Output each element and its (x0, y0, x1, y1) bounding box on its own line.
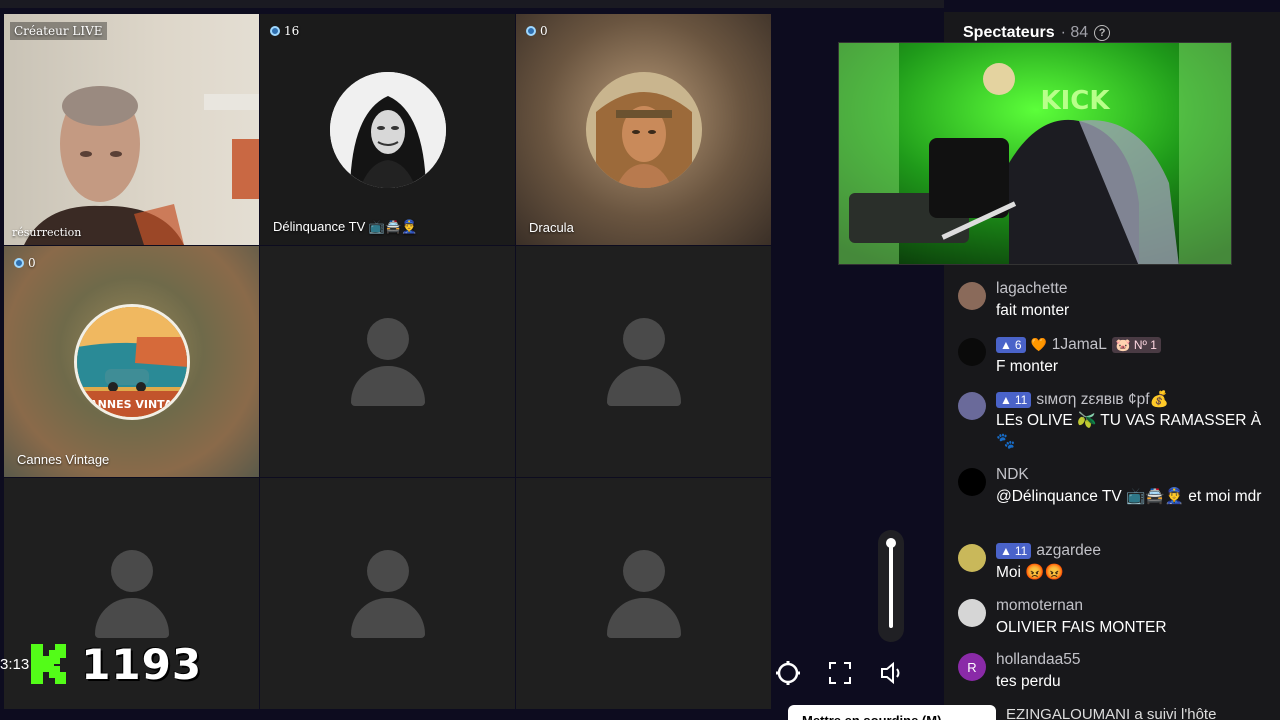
empty-user-icon (350, 318, 425, 408)
subscriber-badge: ▲ 11 (996, 391, 1032, 408)
avatar[interactable] (958, 544, 986, 572)
empty-seat-tile[interactable] (516, 478, 771, 709)
fullscreen-button[interactable] (824, 657, 856, 689)
preview-video: KICK (839, 43, 1231, 264)
chat-username[interactable]: ▲ 11 ѕιмση zεявιв ¢pf💰 (996, 390, 1169, 409)
mute-tooltip: Mettre en sourdine (M) (788, 705, 996, 720)
rank-badge: 🐷 Nº 1 (1111, 337, 1161, 353)
stream-screen: Créateur LIVE résurrection 16 Délinquanc… (0, 0, 1280, 720)
chat-text: @Délinquance TV 📺🚔👮‍♂️ et moi mdr (996, 488, 1262, 505)
help-icon[interactable]: ? (1094, 25, 1111, 41)
participant-tile-cannes-vintage[interactable]: 0 CANNES VINTAGE Cannes Vintage (4, 246, 259, 477)
kick-sign-text: KICK (1040, 86, 1110, 116)
empty-seat-tile[interactable] (260, 478, 515, 709)
chat-text: F monter (996, 358, 1059, 375)
kick-counter-value: 1193 (81, 639, 203, 689)
creator-live-badge: Créateur LIVE (10, 22, 107, 40)
chat-username[interactable]: ▲ 6 🧡 1JamaL 🐷 Nº 1 (996, 336, 1161, 354)
fullscreen-icon (829, 662, 851, 684)
participant-name: Délinquance TV 📺🚔👮‍♂️ (273, 219, 418, 234)
username-text: NDK (996, 466, 1029, 483)
creator-badge-label: Créateur LIVE (14, 24, 103, 38)
username-text: azgardee (1036, 542, 1101, 559)
volume-knob[interactable] (886, 538, 896, 548)
participant-tile-delinquance[interactable]: 16 Délinquance TV 📺🚔👮‍♂️ (260, 14, 515, 245)
warrior-portrait-image (585, 72, 702, 188)
viewer-badge: 0 (14, 256, 36, 270)
username-text: ѕιмση zεявιв ¢pf💰 (1036, 391, 1169, 408)
svg-text:CANNES VINTAGE: CANNES VINTAGE (81, 398, 189, 411)
avatar[interactable]: R (958, 653, 986, 681)
chat-username[interactable]: lagachette (996, 280, 1068, 298)
empty-user-icon (350, 550, 425, 640)
avatar: CANNES VINTAGE (73, 304, 190, 420)
badge-dot-icon (270, 26, 280, 36)
speaker-icon (881, 661, 900, 685)
avatar[interactable] (958, 599, 986, 627)
cannes-vintage-logo: CANNES VINTAGE (76, 307, 189, 417)
creator-video (4, 14, 259, 245)
avatar[interactable] (958, 282, 986, 310)
settings-button[interactable] (772, 657, 804, 689)
volume-slider[interactable] (878, 530, 904, 642)
gear-icon (776, 661, 800, 685)
avatar (585, 72, 702, 188)
chat-text: fait monter (996, 302, 1070, 319)
chat-text: tes perdu (996, 673, 1061, 690)
player-controls (772, 520, 932, 710)
empty-user-icon (606, 318, 681, 408)
video-grid: Créateur LIVE résurrection 16 Délinquanc… (4, 14, 771, 709)
subscriber-badge: ▲ 6 (996, 337, 1026, 353)
volume-track (889, 544, 893, 628)
viewer-count: · 84 (1060, 24, 1089, 41)
username-text: 1JamaL (1051, 336, 1107, 353)
badge-count: 0 (540, 24, 548, 38)
chat-text: LEs OLIVE 🫒 TU VAS RAMASSER À 🐾 (996, 412, 1262, 450)
badge-count: 0 (28, 256, 36, 270)
empty-seat-tile[interactable] (260, 246, 515, 477)
username-text: momoternan (996, 597, 1084, 614)
participant-name: résurrection (12, 226, 82, 239)
badge-dot-icon (14, 258, 24, 268)
chat-username[interactable]: ▲ 11 azgardee (996, 542, 1101, 560)
badge-count: 16 (284, 24, 300, 38)
viewer-badge: 0 (526, 24, 548, 38)
follow-notification: EZINGALOUMANI a suivi l'hôte (1006, 706, 1217, 720)
participant-name: Cannes Vintage (17, 452, 110, 467)
chat-username[interactable]: hollandaa55 (996, 651, 1080, 669)
kick-logo-icon (31, 644, 67, 684)
empty-user-icon (94, 550, 169, 640)
avatar[interactable] (958, 392, 986, 420)
kick-viewer-counter: 3:13 1193 (0, 636, 202, 692)
empty-user-icon (606, 550, 681, 640)
chat-username[interactable]: NDK (996, 466, 1029, 484)
badge-dot-icon (526, 26, 536, 36)
participant-name: Dracula (529, 220, 574, 235)
username-text: hollandaa55 (996, 651, 1081, 668)
participant-tile-dracula[interactable]: 0 Dracula (516, 14, 771, 245)
top-bar (0, 0, 944, 8)
mute-button[interactable] (876, 657, 908, 689)
avatar[interactable] (958, 468, 986, 496)
subscriber-badge: ▲ 11 (996, 543, 1032, 559)
chat-text: OLIVIER FAIS MONTER (996, 619, 1167, 636)
heart-icon: 🧡 (1030, 337, 1047, 352)
stream-preview[interactable]: KICK (838, 42, 1232, 265)
chat-username[interactable]: momoternan (996, 597, 1083, 615)
empty-seat-tile[interactable] (516, 246, 771, 477)
timestamp: 3:13 (0, 655, 30, 673)
participant-tile-creator[interactable]: Créateur LIVE résurrection (4, 14, 259, 245)
viewer-badge: 16 (270, 24, 299, 38)
viewers-header: Spectateurs · 84 ? (963, 24, 1111, 42)
chat-text: Moi 😡😡 (996, 564, 1064, 581)
hooded-figure-image (329, 72, 446, 188)
viewers-title: Spectateurs (963, 24, 1055, 41)
avatar[interactable] (958, 338, 986, 366)
username-text: lagachette (996, 280, 1068, 297)
avatar (329, 72, 446, 188)
